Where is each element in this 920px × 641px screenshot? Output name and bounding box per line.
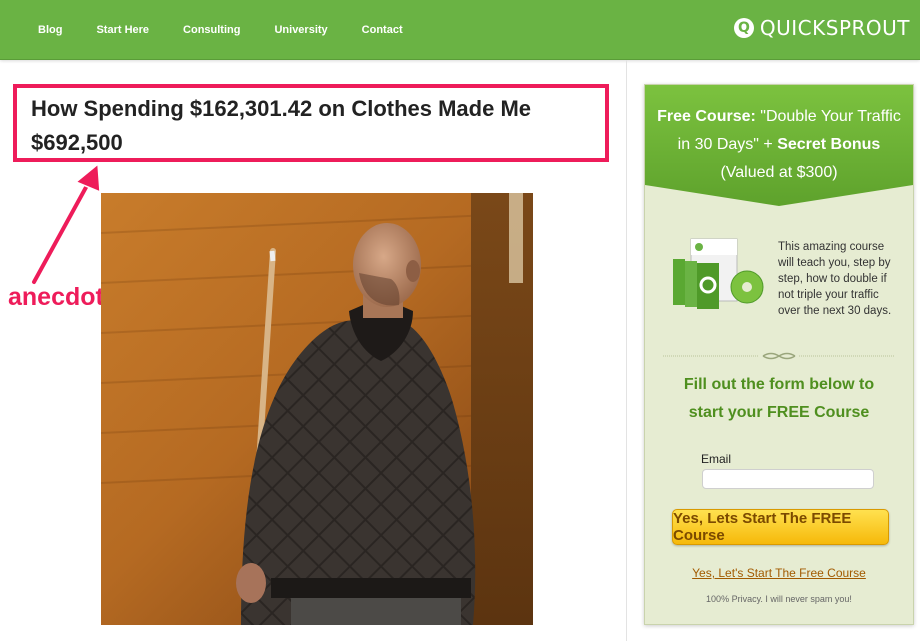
- top-navigation-bar: Blog Start Here Consulting University Co…: [0, 0, 920, 60]
- nav-link-start-here[interactable]: Start Here: [96, 24, 149, 36]
- start-course-link[interactable]: Yes, Let's Start The Free Course: [645, 566, 913, 580]
- form-heading: Fill out the form below to start your FR…: [683, 376, 875, 421]
- main-nav: Blog Start Here Consulting University Co…: [28, 0, 437, 59]
- highlight-box: How Spending $162,301.42 on Clothes Made…: [13, 84, 609, 162]
- optin-sidebar: Free Course: "Double Your Traffic in 30 …: [644, 84, 914, 625]
- post-title[interactable]: How Spending $162,301.42 on Clothes Made…: [31, 92, 606, 160]
- offer-header: Free Course: "Double Your Traffic in 30 …: [645, 85, 913, 206]
- product-description: This amazing course will teach you, step…: [778, 241, 892, 317]
- email-label: Email: [701, 452, 732, 466]
- nav-link-contact[interactable]: Contact: [362, 24, 403, 36]
- nav-link-blog[interactable]: Blog: [38, 24, 62, 36]
- divider-ornament-icon: [663, 352, 895, 360]
- column-divider: [626, 60, 627, 641]
- nav-link-university[interactable]: University: [274, 24, 327, 36]
- nav-link-consulting[interactable]: Consulting: [183, 24, 240, 36]
- email-field[interactable]: [702, 469, 874, 489]
- offer-title-text-2: in 30 Days" +: [677, 136, 778, 153]
- offer-bonus-bold: Secret Bonus: [777, 136, 881, 153]
- privacy-note: 100% Privacy. I will never spam you!: [706, 594, 852, 604]
- offer-title-bold: Free Course:: [657, 108, 756, 125]
- man-in-quilted-jacket-photo-icon: [101, 193, 533, 625]
- annotation-arrow-icon: [30, 162, 101, 286]
- offer-value: (Valued at $300): [720, 164, 838, 181]
- brand-name: QUICKSPROUT: [759, 16, 910, 40]
- brand-logo[interactable]: Q QUICKSPROUT: [733, 16, 910, 40]
- quicksprout-logo-icon: Q: [733, 18, 754, 38]
- start-course-button[interactable]: Yes, Lets Start The FREE Course: [672, 509, 889, 545]
- post-photo: [101, 193, 533, 625]
- quicksprout-course-box-icon: [673, 238, 764, 309]
- offer-title-text: "Double Your Traffic: [755, 108, 901, 125]
